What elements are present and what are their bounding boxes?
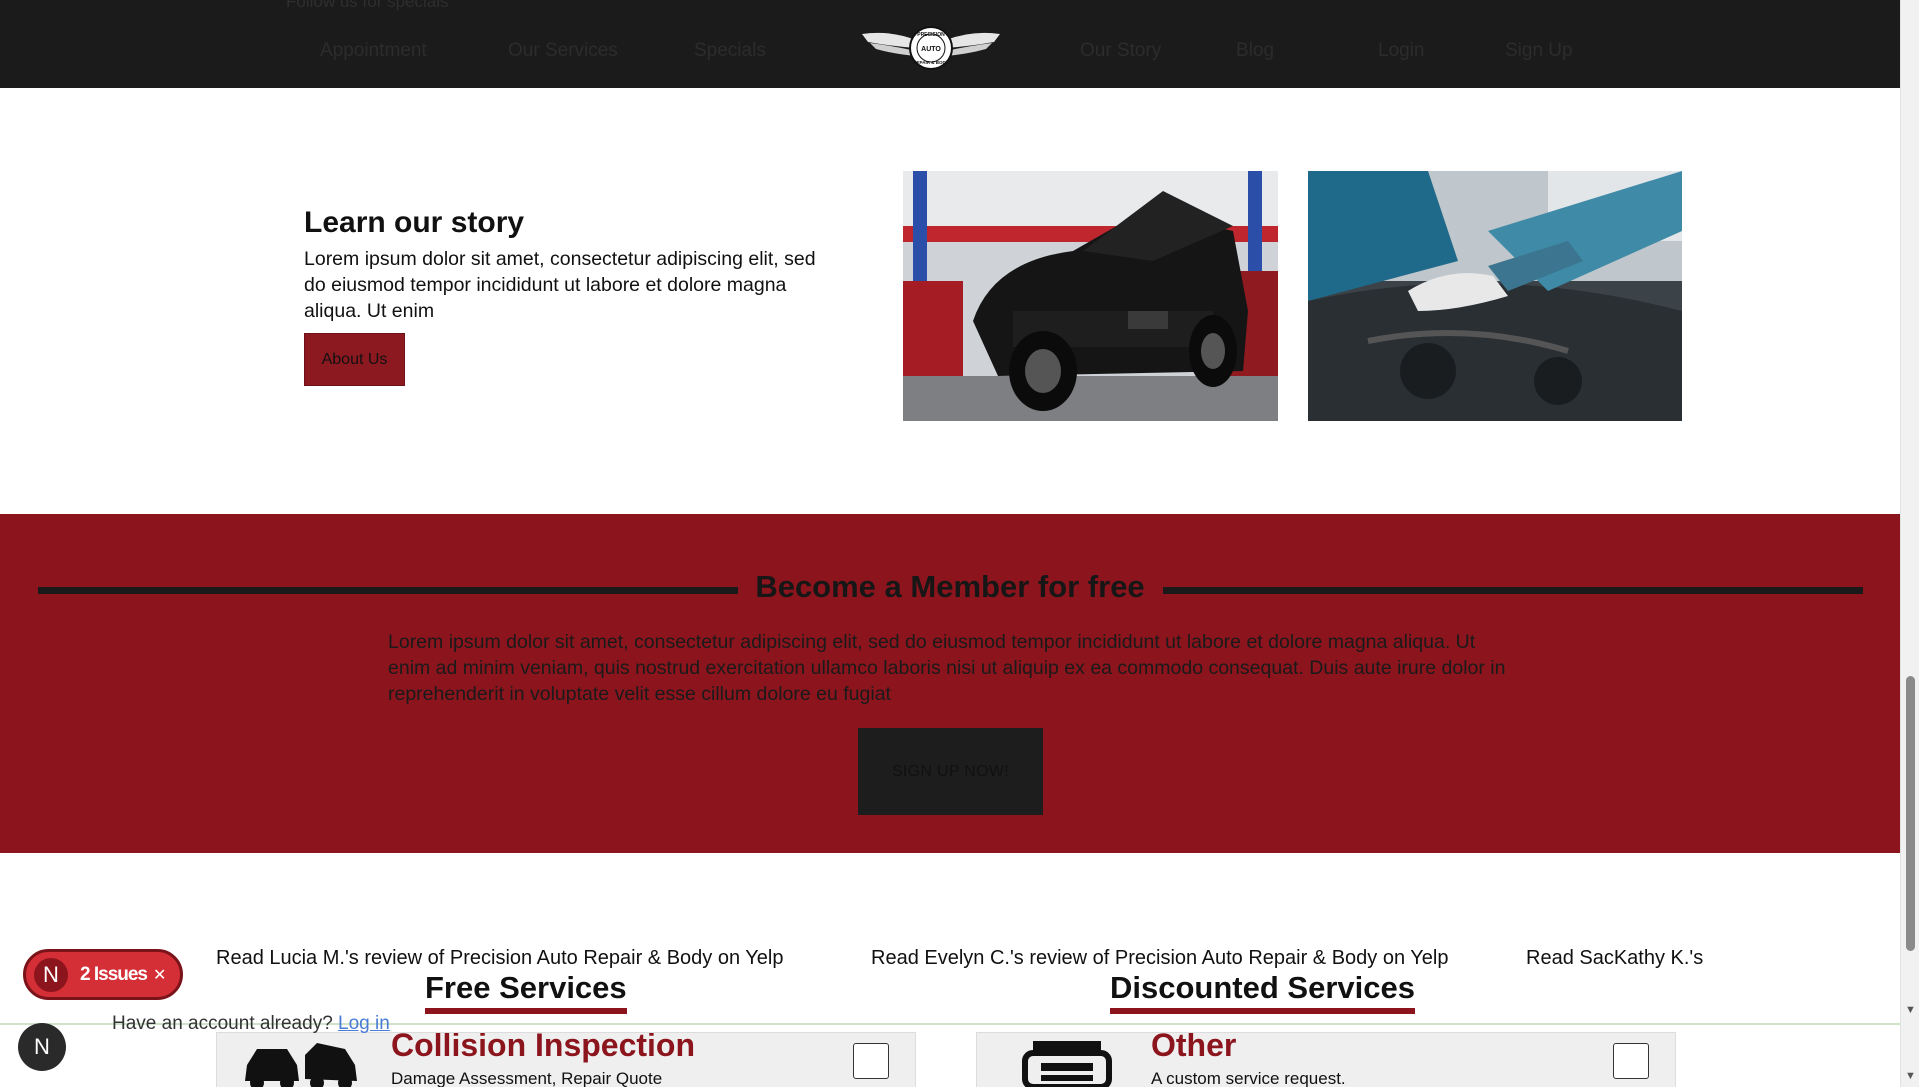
story-text: Lorem ipsum dolor sit amet, consectetur …: [304, 248, 816, 322]
nav-login[interactable]: Login: [1378, 40, 1425, 62]
free-services-title: Free Services: [425, 970, 627, 1014]
member-title: Become a Member for free: [755, 569, 1145, 604]
member-text: Lorem ipsum dolor sit amet, consectetur …: [388, 631, 1506, 705]
about-us-button[interactable]: About Us: [304, 333, 405, 386]
vertical-scrollbar[interactable]: ▼ ▼: [1900, 0, 1919, 1087]
collision-card-subtitle: Damage Assessment, Repair Quote: [391, 1069, 663, 1087]
other-checkbox[interactable]: [1613, 1043, 1649, 1079]
discounted-services-title: Discounted Services: [1110, 970, 1415, 1014]
nav-blog[interactable]: Blog: [1236, 40, 1274, 62]
issues-badge-avatar: N: [34, 957, 68, 992]
garage-car-photo: [903, 171, 1278, 421]
review-link-lucia[interactable]: Read Lucia M.'s review of Precision Auto…: [216, 947, 783, 970]
login-prompt-text: Have an account already?: [112, 1013, 333, 1034]
close-icon[interactable]: ✕: [153, 965, 166, 985]
story-title: Learn our story: [304, 206, 525, 239]
winged-logo-icon: PRECISION AUTO REPAIR & BODY: [862, 26, 1000, 70]
car-collision-icon: [245, 1043, 357, 1087]
service-card-other[interactable]: Other A custom service request.: [976, 1032, 1676, 1087]
page: Follow us for specials Appointment Our S…: [0, 0, 1919, 1087]
nav-sign-up[interactable]: Sign Up: [1505, 40, 1573, 62]
svg-text:REPAIR & BODY: REPAIR & BODY: [913, 60, 948, 65]
login-prompt-link[interactable]: Log in: [338, 1013, 390, 1034]
scrollbar-thumb[interactable]: [1906, 676, 1915, 951]
car-engine-icon: [1022, 1041, 1112, 1087]
member-section: Become a Member for free Lorem ipsum dol…: [0, 514, 1900, 853]
svg-text:AUTO: AUTO: [921, 46, 941, 53]
collision-card-title: Collision Inspection: [391, 1032, 696, 1063]
sign-up-now-button[interactable]: SIGN UP NOW!: [858, 728, 1043, 815]
mechanic-engine-photo: [1308, 171, 1682, 421]
collision-checkbox[interactable]: [853, 1043, 889, 1079]
site-header: Follow us for specials Appointment Our S…: [0, 0, 1900, 88]
login-prompt: Have an account already? Log in: [112, 1013, 390, 1035]
other-card-subtitle: A custom service request.: [1151, 1069, 1346, 1087]
other-card-title: Other: [1151, 1032, 1237, 1063]
assistant-fab[interactable]: N: [18, 1023, 66, 1071]
nav-specials[interactable]: Specials: [694, 40, 766, 62]
nav-our-story[interactable]: Our Story: [1080, 40, 1161, 62]
svg-text:PRECISION: PRECISION: [917, 32, 945, 38]
scroll-down-arrow-icon-2[interactable]: ▼: [1905, 1070, 1916, 1082]
issues-badge[interactable]: N 2 Issues ✕: [23, 949, 183, 1000]
review-link-evelyn[interactable]: Read Evelyn C.'s review of Precision Aut…: [871, 947, 1448, 970]
nav-appointment[interactable]: Appointment: [320, 40, 427, 62]
issues-badge-label: 2 Issues: [80, 963, 148, 985]
nav-our-services[interactable]: Our Services: [508, 40, 618, 62]
scroll-down-arrow-icon[interactable]: ▼: [1905, 1004, 1916, 1016]
service-card-collision[interactable]: Collision Inspection Damage Assessment, …: [216, 1032, 916, 1087]
review-link-kathy[interactable]: Read SacKathy K.'s: [1526, 947, 1703, 970]
site-logo[interactable]: PRECISION AUTO REPAIR & BODY: [860, 26, 1002, 70]
header-ghost-text: Follow us for specials: [286, 0, 449, 11]
